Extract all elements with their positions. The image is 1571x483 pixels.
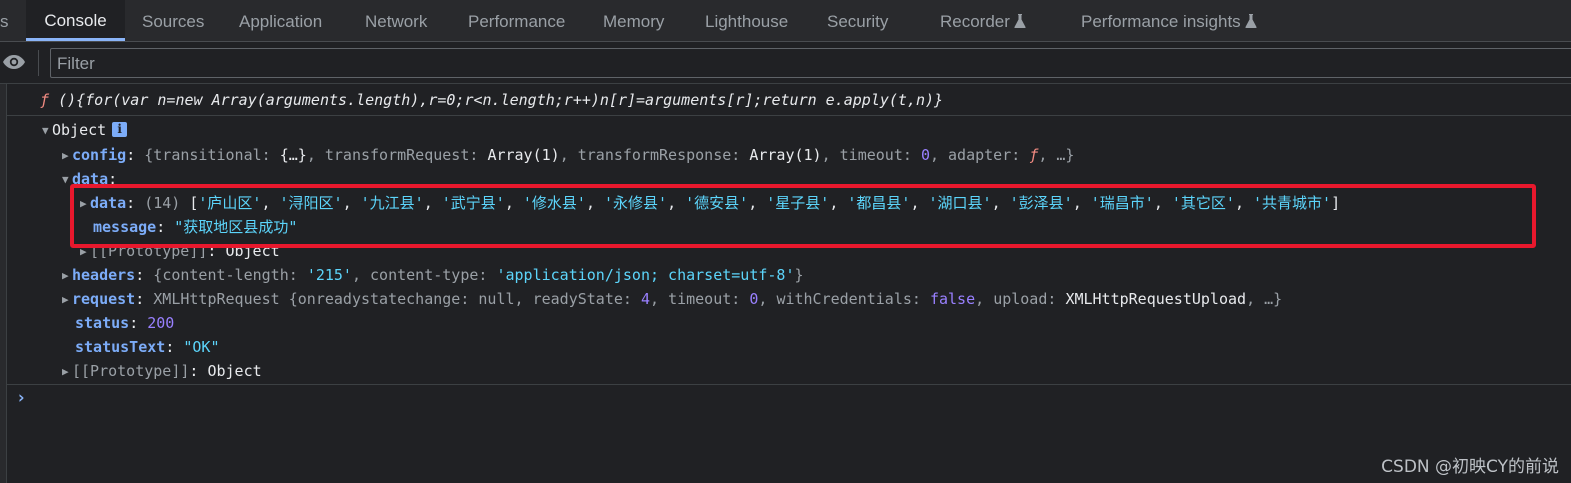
array-item: '九江县': [360, 194, 424, 212]
tab-performance-insights[interactable]: Performance insights: [1081, 0, 1257, 41]
message-row: message: "获取地区县成功": [93, 218, 298, 236]
config-row[interactable]: ▶ config: {transitional: {…}, transformRe…: [62, 144, 1074, 166]
object-root-row[interactable]: ▼ Object i: [42, 119, 128, 142]
devtools-tab-bar: s Console Sources Application Network Pe…: [0, 0, 1571, 42]
inner-data-key: data: [90, 194, 127, 212]
array-item: '星子县': [766, 194, 830, 212]
expand-triangle-right-icon[interactable]: ▶: [62, 361, 72, 383]
status-value: 200: [147, 314, 175, 332]
outer-prototype-row[interactable]: ▶ [[Prototype]]: Object: [62, 360, 262, 382]
data-key: data: [72, 170, 109, 188]
expand-triangle-right-icon[interactable]: ▶: [62, 265, 72, 287]
tab-lighthouse[interactable]: Lighthouse: [705, 0, 788, 41]
tab-memory[interactable]: Memory: [603, 0, 664, 41]
function-log-line[interactable]: ƒ (){for(var n=new Array(arguments.lengt…: [40, 89, 943, 111]
tab-console[interactable]: Console: [26, 0, 125, 41]
inner-data-array-row[interactable]: ▶ data: (14) ['庐山区', '浔阳区', '九江县', '武宁县',…: [80, 192, 1340, 214]
function-source: (){for(var n=new Array(arguments.length)…: [58, 91, 944, 109]
headers-key: headers: [72, 266, 136, 284]
array-item: '瑞昌市': [1090, 194, 1154, 212]
status-row: status: 200: [75, 314, 175, 332]
array-item: '都昌县': [847, 194, 911, 212]
expand-triangle-right-icon[interactable]: ▶: [80, 193, 90, 215]
status-text-value: "OK": [183, 338, 220, 356]
watermark: CSDN @初映CY的前说: [1381, 457, 1559, 477]
message-key: message: [93, 218, 157, 236]
tab-network[interactable]: Network: [365, 0, 427, 41]
tab-performance[interactable]: Performance: [468, 0, 565, 41]
array-item: '湖口县': [928, 194, 992, 212]
console-output: ƒ (){for(var n=new Array(arguments.lengt…: [0, 84, 1571, 483]
data-row[interactable]: ▼ data:: [62, 168, 117, 190]
tab-application[interactable]: Application: [239, 0, 322, 41]
console-prompt-icon[interactable]: ›: [16, 388, 26, 408]
expand-triangle-down-icon[interactable]: ▼: [62, 169, 72, 191]
message-value: "获取地区县成功": [174, 218, 298, 236]
request-row[interactable]: ▶ request: XMLHttpRequest {onreadystatech…: [62, 288, 1282, 310]
array-count: (14): [144, 194, 181, 212]
array-items: '庐山区', '浔阳区', '九江县', '武宁县', '修水县', '永修县'…: [198, 194, 1332, 212]
message-divider: [7, 115, 1571, 116]
status-text-row: statusText: "OK": [75, 338, 220, 356]
array-item: '浔阳区': [279, 194, 343, 212]
tab-elements-partial[interactable]: s: [0, 0, 20, 41]
expand-triangle-down-icon[interactable]: ▼: [42, 120, 52, 142]
tab-recorder-label: Recorder: [940, 12, 1010, 31]
request-key: request: [72, 290, 136, 308]
function-prefix: ƒ: [40, 91, 50, 109]
expand-triangle-right-icon[interactable]: ▶: [62, 289, 72, 311]
array-item: '共青城市': [1253, 194, 1332, 212]
tab-performance-insights-label: Performance insights: [1081, 12, 1241, 31]
array-item: '永修县': [604, 194, 668, 212]
eye-icon[interactable]: [2, 54, 26, 70]
array-item: '武宁县': [441, 194, 505, 212]
status-key: status: [75, 314, 130, 332]
flask-icon: [1014, 14, 1026, 28]
config-key: config: [72, 146, 127, 164]
tab-sources[interactable]: Sources: [142, 0, 204, 41]
array-item: '德安县': [685, 194, 749, 212]
info-icon[interactable]: i: [112, 122, 128, 137]
console-gutter: [0, 84, 7, 483]
object-label: Object: [52, 121, 107, 139]
flask-icon: [1245, 14, 1257, 28]
expand-triangle-right-icon[interactable]: ▶: [80, 241, 90, 263]
message-divider: [7, 384, 1571, 385]
array-item: '彭泽县': [1009, 194, 1073, 212]
tab-security[interactable]: Security: [827, 0, 888, 41]
status-text-key: statusText: [75, 338, 166, 356]
devtools-window: s Console Sources Application Network Pe…: [0, 0, 1571, 483]
array-item: '修水县': [522, 194, 586, 212]
expand-triangle-right-icon[interactable]: ▶: [62, 145, 72, 167]
console-toolbar: [0, 42, 1571, 84]
inner-prototype-row[interactable]: ▶ [[Prototype]]: Object: [80, 240, 280, 262]
tab-recorder[interactable]: Recorder: [940, 0, 1026, 41]
filter-input[interactable]: [50, 48, 1571, 78]
array-item: '其它区': [1171, 194, 1235, 212]
toolbar-divider: [38, 50, 39, 76]
headers-row[interactable]: ▶ headers: {content-length: '215', conten…: [62, 264, 804, 286]
array-item: '庐山区': [198, 194, 262, 212]
